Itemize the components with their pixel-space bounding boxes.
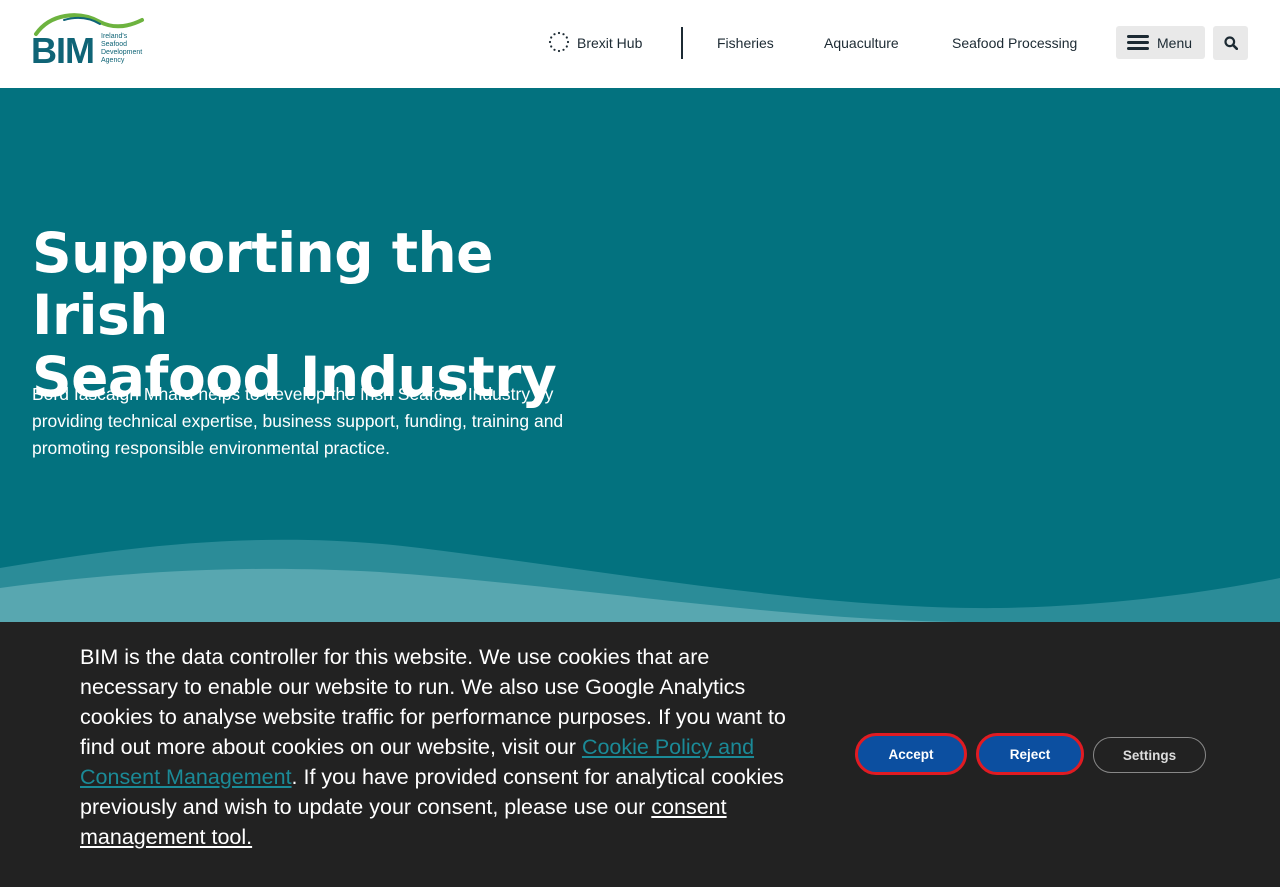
nav-divider [681,27,683,59]
nav-aquaculture[interactable]: Aquaculture [824,26,899,60]
site-header: BIM Ireland's Seafood Development Agency… [0,0,1280,88]
hero-section: Supporting the Irish Seafood Industry Bo… [0,88,1280,622]
menu-label: Menu [1157,34,1193,51]
reject-button[interactable]: Reject [976,733,1084,775]
logo-wordmark: BIM [31,30,95,71]
bim-logo[interactable]: BIM Ireland's Seafood Development Agency [30,8,154,70]
hamburger-icon [1127,35,1149,50]
eu-stars-icon [548,31,570,53]
hero-description: Bord Iascaigh Mhara helps to develop the… [32,384,564,458]
logo-tagline: Ireland's Seafood Development Agency [101,33,143,64]
menu-button[interactable]: Menu [1116,26,1205,59]
search-button[interactable] [1213,26,1248,60]
cookie-message: BIM is the data controller for this webs… [80,645,786,849]
cookie-banner: BIM is the data controller for this webs… [0,622,1280,887]
settings-button[interactable]: Settings [1093,737,1206,773]
accept-button[interactable]: Accept [855,733,967,775]
nav-seafood-processing[interactable]: Seafood Processing [952,26,1077,60]
wave-decoration [0,539,1280,622]
nav-fisheries[interactable]: Fisheries [717,26,774,60]
search-icon [1223,36,1238,50]
nav-brexit-hub[interactable]: Brexit Hub [577,26,642,60]
